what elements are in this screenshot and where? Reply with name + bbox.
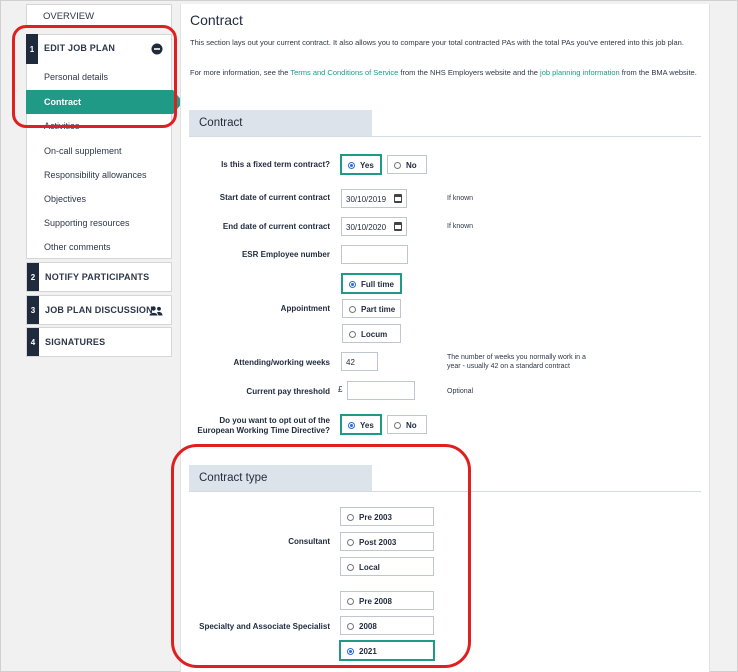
sidebar-item-other-comments[interactable]: Other comments xyxy=(44,242,111,252)
sidebar-item-supporting-resources[interactable]: Supporting resources xyxy=(44,218,130,228)
sidebar-item-responsibility[interactable]: Responsibility allowances xyxy=(44,170,147,180)
sas-2021-radio[interactable]: 2021 xyxy=(340,641,434,660)
step-label: EDIT JOB PLAN xyxy=(44,43,116,53)
info-suffix: from the BMA website. xyxy=(619,68,697,77)
fixed-term-label: Is this a fixed term contract? xyxy=(221,160,330,169)
radio-label: Locum xyxy=(361,330,388,339)
pay-optional: Optional xyxy=(447,388,474,395)
sidebar-item-personal-details[interactable]: Personal details xyxy=(44,72,108,82)
optout-label-line1: Do you want to opt out of the xyxy=(219,416,330,425)
consultant-pre-2003-radio[interactable]: Pre 2003 xyxy=(340,507,434,526)
sidebar-item-activities[interactable]: Activities xyxy=(44,121,80,131)
sidebar-item-on-call[interactable]: On-call supplement xyxy=(44,146,122,156)
divider xyxy=(189,136,701,137)
calendar-icon[interactable] xyxy=(394,222,402,231)
optout-label: Do you want to opt out of the European W… xyxy=(180,416,330,436)
radio-label: Local xyxy=(359,563,380,572)
terms-link[interactable]: Terms and Conditions of Service xyxy=(290,68,398,77)
info-mid: from the NHS Employers website and the xyxy=(398,68,541,77)
appointment-part-time-radio[interactable]: Part time xyxy=(342,299,401,318)
esr-input[interactable] xyxy=(341,245,408,264)
sas-pre-2008-radio[interactable]: Pre 2008 xyxy=(340,591,434,610)
people-icon xyxy=(149,306,163,316)
start-date-label: Start date of current contract xyxy=(219,193,330,202)
info-text: For more information, see the Terms and … xyxy=(190,68,700,78)
step-edit-job-plan[interactable]: 1 EDIT JOB PLAN xyxy=(26,34,172,64)
step-notify-participants[interactable]: 2 NOTIFY PARTICIPANTS xyxy=(26,262,172,292)
step-number: 3 xyxy=(27,296,39,324)
step-number: 2 xyxy=(27,263,39,291)
radio-label: Part time xyxy=(361,305,396,314)
step-number: 4 xyxy=(27,328,39,356)
page-title: Contract xyxy=(190,12,243,28)
minus-circle-icon[interactable] xyxy=(151,43,163,55)
radio-label: Yes xyxy=(360,421,374,430)
appointment-locum-radio[interactable]: Locum xyxy=(342,324,401,343)
radio-label: Pre 2008 xyxy=(359,597,392,606)
start-if-known: If known xyxy=(447,195,474,202)
appointment-full-time-radio[interactable]: Full time xyxy=(342,274,401,293)
step-label: SIGNATURES xyxy=(45,337,106,347)
sas-2008-radio[interactable]: 2008 xyxy=(340,616,434,635)
radio-label: 2008 xyxy=(359,622,377,631)
weeks-note: The number of weeks you normally work in… xyxy=(447,354,586,370)
sidebar-item-label: Contract xyxy=(44,97,82,107)
consultant-label: Consultant xyxy=(288,537,330,546)
optout-yes-radio[interactable]: Yes xyxy=(341,415,381,434)
sidebar-overview[interactable]: OVERVIEW xyxy=(43,11,94,22)
optout-label-line2: European Working Time Directive? xyxy=(197,426,330,435)
intro-text: This section lays out your current contr… xyxy=(190,38,684,47)
weeks-label: Attending/working weeks xyxy=(233,358,330,367)
start-date-input[interactable]: 30/10/2019 xyxy=(341,189,407,208)
esr-label: ESR Employee number xyxy=(241,250,330,259)
end-date-value: 30/10/2020 xyxy=(346,223,387,232)
contract-type-section-heading: Contract type xyxy=(189,465,372,491)
consultant-local-radio[interactable]: Local xyxy=(340,557,434,576)
radio-label: No xyxy=(406,421,417,430)
start-date-value: 30/10/2019 xyxy=(346,195,387,204)
divider xyxy=(189,491,701,492)
step-label: NOTIFY PARTICIPANTS xyxy=(45,272,150,282)
contract-section-heading: Contract xyxy=(189,110,372,136)
end-if-known: If known xyxy=(447,223,474,230)
calendar-icon[interactable] xyxy=(394,194,402,203)
sidebar-item-contract[interactable]: Contract xyxy=(26,90,183,114)
currency-symbol: £ xyxy=(338,385,343,394)
sidebar-item-objectives[interactable]: Objectives xyxy=(44,194,86,204)
appointment-label: Appointment xyxy=(280,304,330,313)
fixed-term-yes-radio[interactable]: Yes xyxy=(341,155,381,174)
sas-label: Specialty and Associate Specialist xyxy=(199,622,330,631)
job-planning-link[interactable]: job planning information xyxy=(540,68,620,77)
consultant-post-2003-radio[interactable]: Post 2003 xyxy=(340,532,434,551)
radio-label: 2021 xyxy=(359,647,377,656)
radio-label: Pre 2003 xyxy=(359,513,392,522)
end-date-input[interactable]: 30/10/2020 xyxy=(341,217,407,236)
step-label: JOB PLAN DISCUSSION xyxy=(45,305,153,315)
radio-label: Full time xyxy=(361,280,394,289)
end-date-label: End date of current contract xyxy=(222,222,330,231)
main-panel xyxy=(180,4,710,672)
info-prefix: For more information, see the xyxy=(190,68,291,77)
pay-threshold-input[interactable] xyxy=(347,381,415,400)
fixed-term-no-radio[interactable]: No xyxy=(387,155,427,174)
radio-label: Post 2003 xyxy=(359,538,397,547)
step-signatures[interactable]: 4 SIGNATURES xyxy=(26,327,172,357)
weeks-input[interactable]: 42 xyxy=(341,352,378,371)
step-job-plan-discussion[interactable]: 3 JOB PLAN DISCUSSION xyxy=(26,295,172,325)
step-number: 1 xyxy=(26,34,38,64)
pay-threshold-label: Current pay threshold xyxy=(246,387,330,396)
weeks-value: 42 xyxy=(346,358,355,367)
radio-label: Yes xyxy=(360,161,374,170)
optout-no-radio[interactable]: No xyxy=(387,415,427,434)
radio-label: No xyxy=(406,161,417,170)
